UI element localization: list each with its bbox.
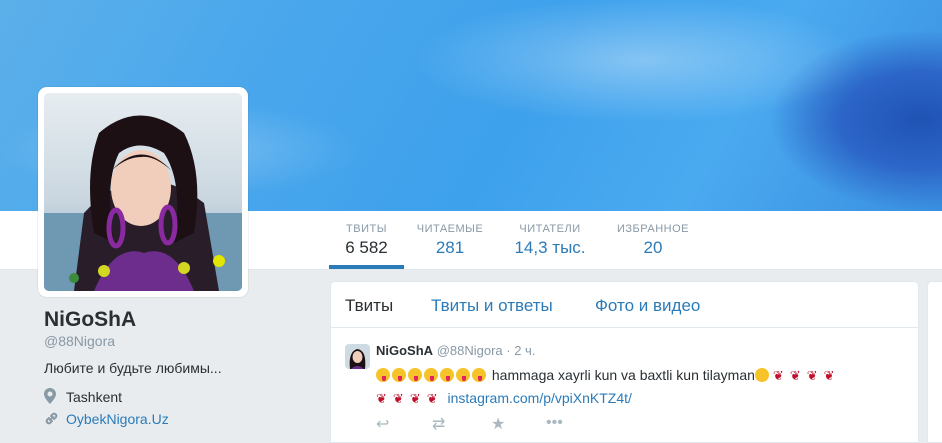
tweet-body-text: hammaga xayrli kun va baxtli kun tilayma… xyxy=(491,367,755,383)
rose-icon: ❦ xyxy=(772,368,784,383)
stat-following[interactable]: ЧИТАЕМЫЕ 281 xyxy=(414,211,486,269)
location-icon xyxy=(44,388,60,407)
rose-icon: ❦ xyxy=(823,368,835,383)
rose-icon: ❦ xyxy=(392,391,404,406)
stat-followers[interactable]: ЧИТАТЕЛИ 14,3 тыс. xyxy=(505,211,595,269)
rose-icon: ❦ xyxy=(426,391,438,406)
tab-tweets-replies[interactable]: Твиты и ответы xyxy=(431,296,553,316)
stat-followers-value: 14,3 тыс. xyxy=(514,238,586,257)
profile-bio: Любите и будьте любимы... xyxy=(44,360,222,376)
favorite-icon[interactable]: ★ xyxy=(491,414,505,434)
tongue-emoji-icon xyxy=(424,368,438,382)
more-icon[interactable]: ••• xyxy=(546,414,563,432)
tweet-text: hammaga xayrli kun va baxtli kun tilayma… xyxy=(376,364,906,410)
rose-icon: ❦ xyxy=(409,391,421,406)
stat-favorites-value: 20 xyxy=(643,238,663,257)
tongue-emoji-icon xyxy=(456,368,470,382)
profile-handle[interactable]: @88Nigora xyxy=(44,333,115,349)
tweet-avatar[interactable] xyxy=(345,344,370,369)
timeline: Твиты Твиты и ответы Фото и видео NiGoSh… xyxy=(330,281,919,443)
tweet-author-handle[interactable]: @88Nigora xyxy=(437,343,503,358)
stat-tweets[interactable]: ТВИТЫ 6 582 xyxy=(329,211,404,269)
profile-name[interactable]: NiGoShA xyxy=(44,308,136,332)
stat-favorites-label: ИЗБРАННОЕ xyxy=(617,223,689,235)
grin-emoji-icon xyxy=(754,368,769,382)
rose-icon: ❦ xyxy=(376,391,387,406)
tweet-header: NiGoShA @88Nigora · 2 ч. xyxy=(376,343,535,358)
stat-followers-label: ЧИТАТЕЛИ xyxy=(519,223,581,235)
tongue-emoji-icon xyxy=(440,368,454,382)
profile-location: Tashkent xyxy=(44,388,122,407)
tweet-link[interactable]: instagram.com/p/vpiXnKTZ4t/ xyxy=(448,390,632,406)
stat-tweets-value: 6 582 xyxy=(345,238,388,257)
retweet-icon[interactable]: ⇄ xyxy=(432,414,445,434)
tab-tweets[interactable]: Твиты xyxy=(345,296,393,316)
rose-icon: ❦ xyxy=(789,368,801,383)
tweet[interactable]: NiGoShA @88Nigora · 2 ч. hammaga xayrli … xyxy=(331,328,918,443)
stat-tweets-label: ТВИТЫ xyxy=(346,223,387,235)
side-panel xyxy=(927,281,942,443)
tweet-time[interactable]: · 2 ч. xyxy=(506,343,535,358)
tweet-author-name[interactable]: NiGoShA xyxy=(376,343,433,358)
stat-following-value: 281 xyxy=(435,238,465,257)
tongue-emoji-icon xyxy=(408,368,422,382)
timeline-tabs: Твиты Твиты и ответы Фото и видео xyxy=(331,282,918,328)
profile-website[interactable]: OybekNigora.Uz xyxy=(44,411,169,429)
tongue-emoji-icon xyxy=(376,368,390,382)
website-link[interactable]: OybekNigora.Uz xyxy=(66,411,169,427)
tab-media[interactable]: Фото и видео xyxy=(595,296,700,316)
avatar-photo xyxy=(44,93,242,291)
link-icon xyxy=(44,411,60,429)
stat-following-label: ЧИТАЕМЫЕ xyxy=(416,223,484,235)
tongue-emoji-icon xyxy=(392,368,406,382)
stat-favorites[interactable]: ИЗБРАННОЕ 20 xyxy=(613,211,693,269)
profile-avatar[interactable] xyxy=(38,87,248,297)
location-text: Tashkent xyxy=(66,389,123,405)
reply-icon[interactable]: ↩ xyxy=(376,414,389,434)
rose-icon: ❦ xyxy=(806,368,818,383)
tongue-emoji-icon xyxy=(472,368,486,382)
